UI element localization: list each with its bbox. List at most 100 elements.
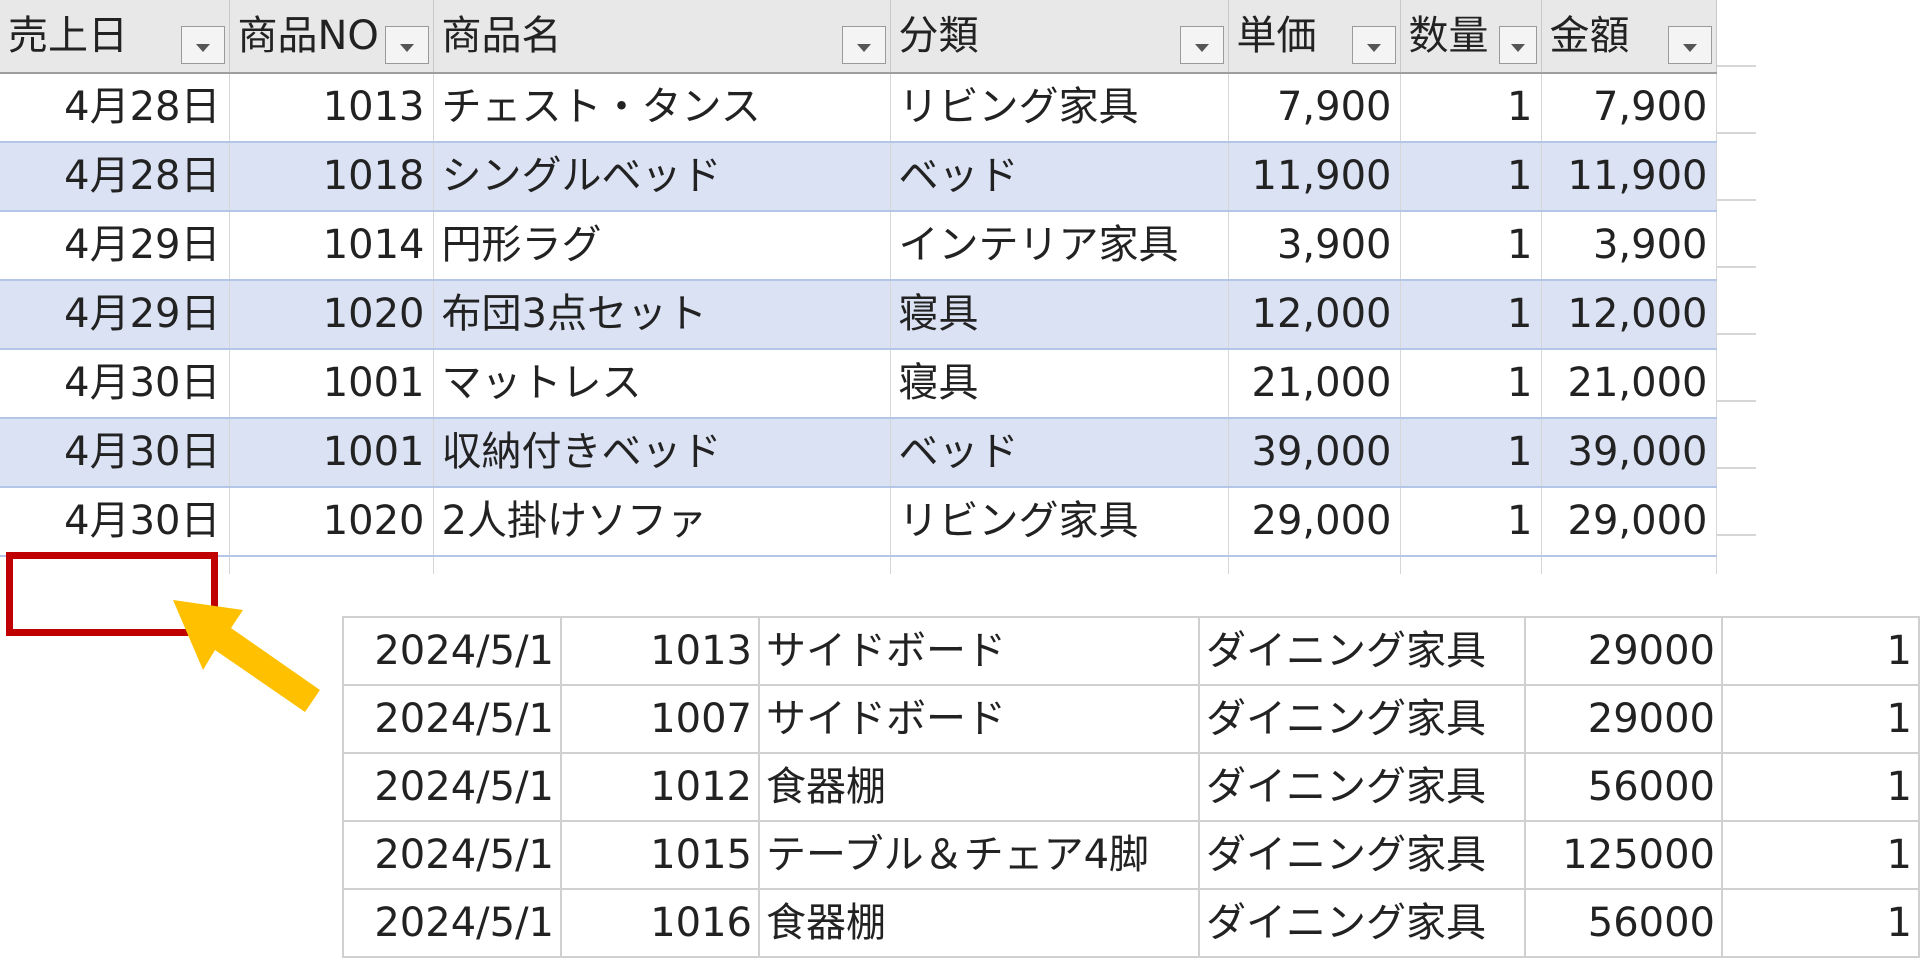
cell-date[interactable]: 4月30日 bbox=[0, 349, 230, 419]
paste-cell-no[interactable]: 1016 bbox=[560, 888, 760, 958]
paste-cell-category[interactable]: ダイニング家具 bbox=[1198, 888, 1526, 958]
paste-cell-name[interactable]: 食器棚 bbox=[758, 888, 1200, 958]
empty-cell[interactable] bbox=[1228, 556, 1401, 574]
cell-no[interactable]: 1013 bbox=[229, 73, 434, 143]
cell-name[interactable]: 布団3点セット bbox=[433, 280, 891, 350]
cell-name[interactable]: シングルベッド bbox=[433, 142, 891, 212]
cell-qty[interactable]: 1 bbox=[1400, 73, 1542, 143]
cell-no[interactable]: 1018 bbox=[229, 142, 434, 212]
paste-cell-name[interactable]: サイドボード bbox=[758, 684, 1200, 754]
paste-cell-category[interactable]: ダイニング家具 bbox=[1198, 820, 1526, 890]
cell-date[interactable]: 4月30日 bbox=[0, 418, 230, 488]
cell-date[interactable]: 4月29日 bbox=[0, 280, 230, 350]
paste-cell-name[interactable]: サイドボード bbox=[758, 616, 1200, 686]
paste-cell-price[interactable]: 29000 bbox=[1524, 684, 1723, 754]
cell-category[interactable]: リビング家具 bbox=[890, 487, 1229, 557]
empty-cell[interactable] bbox=[1400, 556, 1542, 574]
cell-category[interactable]: ベッド bbox=[890, 142, 1229, 212]
empty-cell[interactable] bbox=[890, 556, 1229, 574]
cell-amount[interactable]: 39,000 bbox=[1541, 418, 1717, 488]
cell-price[interactable]: 39,000 bbox=[1228, 418, 1401, 488]
paste-cell-price[interactable]: 125000 bbox=[1524, 820, 1723, 890]
paste-cell-price[interactable]: 56000 bbox=[1524, 752, 1723, 822]
paste-cell-no[interactable]: 1007 bbox=[560, 684, 760, 754]
header-row: 売上日 商品NO 商品名 分類 単価 数量 金額 bbox=[0, 0, 1717, 74]
cell-no[interactable]: 1014 bbox=[229, 211, 434, 281]
table-row: 4月30日 1001 マットレス 寝具 21,000 1 21,000 bbox=[0, 349, 1717, 419]
paste-cell-qty[interactable]: 1 bbox=[1721, 888, 1920, 958]
cell-price[interactable]: 11,900 bbox=[1228, 142, 1401, 212]
paste-cell-date[interactable]: 2024/5/1 bbox=[342, 684, 562, 754]
paste-cell-price[interactable]: 29000 bbox=[1524, 616, 1723, 686]
cell-date[interactable]: 4月28日 bbox=[0, 73, 230, 143]
table-row: 4月30日 1020 2人掛けソファ リビング家具 29,000 1 29,00… bbox=[0, 487, 1717, 574]
filter-dropdown-icon[interactable] bbox=[1498, 26, 1537, 64]
cell-name[interactable]: 収納付きベッド bbox=[433, 418, 891, 488]
paste-cell-price[interactable]: 56000 bbox=[1524, 888, 1723, 958]
paste-cell-date[interactable]: 2024/5/1 bbox=[342, 752, 562, 822]
paste-cell-category[interactable]: ダイニング家具 bbox=[1198, 752, 1526, 822]
empty-cell[interactable] bbox=[229, 556, 434, 574]
cell-qty[interactable]: 1 bbox=[1400, 280, 1542, 350]
cell-date[interactable]: 4月30日 bbox=[0, 487, 230, 557]
cell-amount[interactable]: 7,900 bbox=[1541, 73, 1717, 143]
paste-cell-date[interactable]: 2024/5/1 bbox=[342, 616, 562, 686]
paste-cell-no[interactable]: 1013 bbox=[560, 616, 760, 686]
cell-no[interactable]: 1020 bbox=[229, 280, 434, 350]
filter-dropdown-icon[interactable] bbox=[180, 26, 225, 64]
cell-category[interactable]: リビング家具 bbox=[890, 73, 1229, 143]
filter-dropdown-icon[interactable] bbox=[1667, 26, 1712, 64]
cell-name[interactable]: 円形ラグ bbox=[433, 211, 891, 281]
paste-cell-qty[interactable]: 1 bbox=[1721, 820, 1920, 890]
paste-cell-category[interactable]: ダイニング家具 bbox=[1198, 684, 1526, 754]
table-row: 4月28日 1013 チェスト・タンス リビング家具 7,900 1 7,900 bbox=[0, 73, 1717, 143]
cell-amount[interactable]: 29,000 bbox=[1541, 487, 1717, 574]
cell-category[interactable]: 寝具 bbox=[890, 349, 1229, 419]
cell-qty[interactable]: 1 bbox=[1400, 487, 1542, 557]
cell-no[interactable]: 1001 bbox=[229, 349, 434, 419]
paste-cell-qty[interactable]: 1 bbox=[1721, 684, 1920, 754]
cell-category[interactable]: 寝具 bbox=[890, 280, 1229, 350]
empty-cell[interactable] bbox=[433, 556, 891, 574]
paste-cell-qty[interactable]: 1 bbox=[1721, 752, 1920, 822]
paste-cell-date[interactable]: 2024/5/1 bbox=[342, 820, 562, 890]
cell-price[interactable]: 12,000 bbox=[1228, 280, 1401, 350]
cell-amount[interactable]: 21,000 bbox=[1541, 349, 1717, 419]
paste-cell-name[interactable]: 食器棚 bbox=[758, 752, 1200, 822]
paste-cell-date[interactable]: 2024/5/1 bbox=[342, 888, 562, 958]
cell-date[interactable]: 4月28日 bbox=[0, 142, 230, 212]
paste-cell-no[interactable]: 1012 bbox=[560, 752, 760, 822]
paste-cell-qty[interactable]: 1 bbox=[1721, 616, 1920, 686]
cell-qty[interactable]: 1 bbox=[1400, 349, 1542, 419]
list-item: 2024/5/1 1013 サイドボード ダイニング家具 29000 1 bbox=[342, 616, 1920, 686]
cell-no[interactable]: 1001 bbox=[229, 418, 434, 488]
cell-no[interactable]: 1020 bbox=[229, 487, 434, 557]
paste-cell-category[interactable]: ダイニング家具 bbox=[1198, 616, 1526, 686]
cell-price[interactable]: 7,900 bbox=[1228, 73, 1401, 143]
paste-cell-no[interactable]: 1015 bbox=[560, 820, 760, 890]
filter-dropdown-icon[interactable] bbox=[1351, 26, 1396, 64]
cell-price[interactable]: 29,000 bbox=[1228, 487, 1401, 557]
cell-name[interactable]: 2人掛けソファ bbox=[433, 487, 891, 557]
filter-dropdown-icon[interactable] bbox=[384, 26, 429, 64]
header-cell-amount: 金額 bbox=[1541, 0, 1717, 74]
cell-category[interactable]: インテリア家具 bbox=[890, 211, 1229, 281]
filter-dropdown-icon[interactable] bbox=[841, 26, 886, 64]
header-cell-category: 分類 bbox=[890, 0, 1229, 74]
cell-amount[interactable]: 3,900 bbox=[1541, 211, 1717, 281]
cell-amount[interactable]: 12,000 bbox=[1541, 280, 1717, 350]
cell-qty[interactable]: 1 bbox=[1400, 211, 1542, 281]
filter-dropdown-icon[interactable] bbox=[1179, 26, 1224, 64]
cell-amount[interactable]: 11,900 bbox=[1541, 142, 1717, 212]
table-row: 4月30日 1001 収納付きベッド ベッド 39,000 1 39,000 bbox=[0, 418, 1717, 488]
cell-qty[interactable]: 1 bbox=[1400, 418, 1542, 488]
cell-category[interactable]: ベッド bbox=[890, 418, 1229, 488]
paste-cell-name[interactable]: テーブル＆チェア4脚 bbox=[758, 820, 1200, 890]
cell-qty[interactable]: 1 bbox=[1400, 142, 1542, 212]
cell-date[interactable]: 4月29日 bbox=[0, 211, 230, 281]
empty-cell[interactable] bbox=[1541, 556, 1717, 574]
cell-name[interactable]: チェスト・タンス bbox=[433, 73, 891, 143]
cell-name[interactable]: マットレス bbox=[433, 349, 891, 419]
cell-price[interactable]: 21,000 bbox=[1228, 349, 1401, 419]
cell-price[interactable]: 3,900 bbox=[1228, 211, 1401, 281]
